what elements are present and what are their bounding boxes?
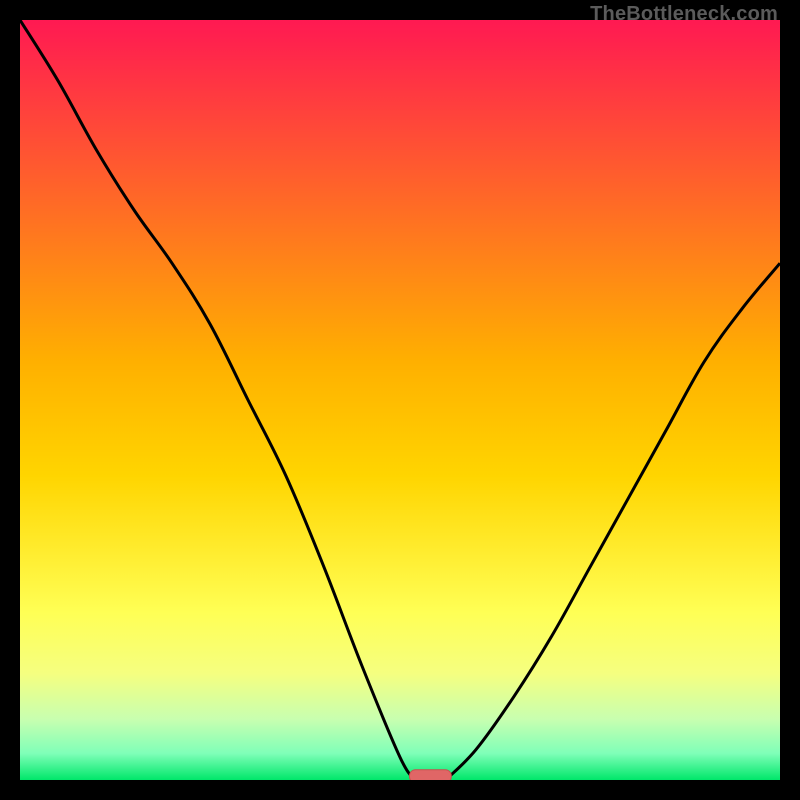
chart-frame: { "watermark": "TheBottleneck.com", "col… <box>0 0 800 800</box>
bottleneck-chart <box>20 20 780 780</box>
optimal-marker <box>410 770 452 780</box>
gradient-background <box>20 20 780 780</box>
